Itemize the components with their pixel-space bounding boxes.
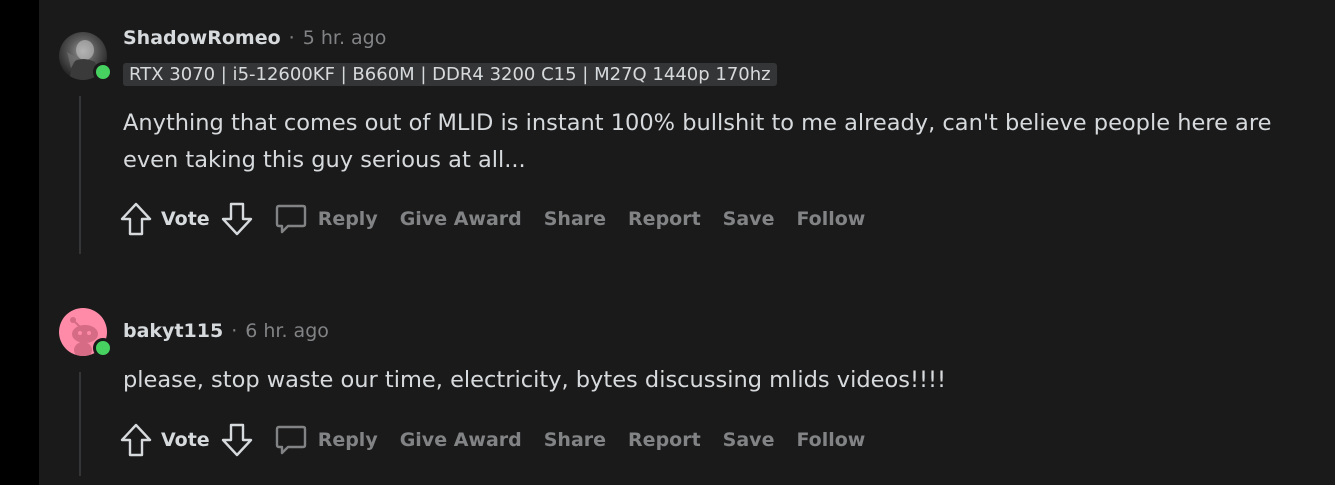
thread-line[interactable] (79, 372, 81, 476)
reply-button[interactable]: Reply (274, 201, 378, 237)
timestamp[interactable]: 5 hr. ago (303, 27, 387, 49)
user-avatar[interactable] (59, 32, 113, 82)
username[interactable]: bakyt115 (123, 320, 223, 342)
comment-meta: bakyt115 · 6 hr. ago (123, 320, 329, 342)
comment-body: please, stop waste our time, electricity… (123, 367, 947, 393)
user-flair: RTX 3070 | i5-12600KF | B660M | DDR4 320… (123, 63, 777, 86)
user-avatar[interactable] (59, 308, 113, 358)
downvote-icon[interactable] (220, 201, 254, 237)
online-status-dot (93, 62, 113, 82)
share-button[interactable]: Share (544, 429, 606, 451)
comment-body: Anything that comes out of MLID is insta… (123, 110, 1272, 173)
report-button[interactable]: Report (628, 208, 701, 230)
give-award-button[interactable]: Give Award (400, 208, 522, 230)
reply-button[interactable]: Reply (274, 422, 378, 458)
follow-button[interactable]: Follow (796, 208, 865, 230)
upvote-icon[interactable] (119, 422, 153, 458)
reply-label: Reply (317, 208, 378, 230)
report-button[interactable]: Report (628, 429, 701, 451)
save-button[interactable]: Save (723, 208, 775, 230)
comment-actions: Vote Reply Give Award Share Report Save … (119, 199, 887, 239)
comments-panel: ShadowRomeo · 5 hr. ago RTX 3070 | i5-12… (39, 0, 1335, 485)
give-award-button[interactable]: Give Award (400, 429, 522, 451)
reply-bubble-icon (274, 201, 308, 237)
username[interactable]: ShadowRomeo (123, 27, 281, 49)
upvote-icon[interactable] (119, 201, 153, 237)
reply-bubble-icon (274, 422, 308, 458)
thread-line[interactable] (79, 96, 81, 254)
timestamp[interactable]: 6 hr. ago (245, 320, 329, 342)
vote-count: Vote (161, 429, 210, 451)
vote-count: Vote (161, 208, 210, 230)
online-status-dot (93, 338, 113, 358)
share-button[interactable]: Share (544, 208, 606, 230)
reply-label: Reply (317, 429, 378, 451)
downvote-icon[interactable] (220, 422, 254, 458)
separator: · (231, 320, 238, 342)
save-button[interactable]: Save (723, 429, 775, 451)
comment-meta: ShadowRomeo · 5 hr. ago (123, 27, 386, 49)
follow-button[interactable]: Follow (796, 429, 865, 451)
comment-actions: Vote Reply Give Award Share Report Save … (119, 420, 887, 460)
separator: · (288, 27, 295, 49)
